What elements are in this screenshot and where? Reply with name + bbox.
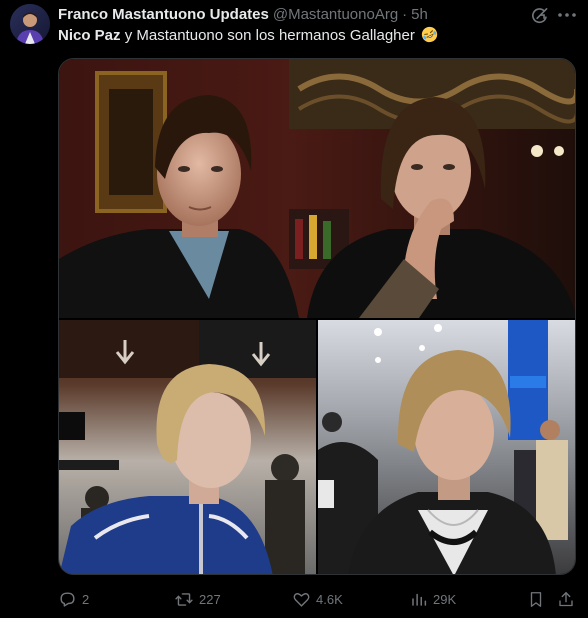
views-chart-icon [412,593,427,606]
views-count: 29K [433,591,457,607]
bookmark-icon [530,591,542,607]
share-icon [559,591,573,606]
photo-bottom-right[interactable] [318,320,576,575]
like-count: 4.6K [316,591,343,607]
repost-count: 227 [199,591,221,607]
repost-icon [175,592,193,606]
tweet-actions: 2 227 4.6K 29K [0,588,588,610]
user-handle[interactable]: @MastantuonoArg [273,6,398,23]
like-button[interactable]: 4.6K [292,588,343,610]
reply-button[interactable]: 2 [58,588,89,610]
tweet-text: Nico Paz y Mastantuono son los hermanos … [58,26,438,46]
tweet-header: Franco Mastantuono Updates @MastantuonoA… [58,4,428,24]
more-options-icon[interactable] [555,4,579,26]
photo-top[interactable] [59,59,576,318]
bookmark-button[interactable] [527,588,545,610]
media-grid[interactable] [58,58,576,575]
separator-dot: · [402,5,408,23]
tweet[interactable]: Franco Mastantuono Updates @MastantuonoA… [0,0,588,618]
share-button[interactable] [557,588,575,610]
rolling-laughing-emoji-icon [421,26,438,43]
heart-icon [293,592,310,607]
photo-bottom-left[interactable] [59,320,316,575]
timestamp[interactable]: 5h [411,6,428,23]
tweet-text-rest: y Mastantuono son los hermanos Gallagher [120,27,415,44]
views-button[interactable]: 29K [410,588,456,610]
repost-button[interactable]: 227 [174,588,221,610]
display-name[interactable]: Franco Mastantuono Updates [58,6,269,23]
tweet-text-bold: Nico Paz [58,27,121,44]
reply-icon [60,591,75,607]
grok-icon[interactable] [528,4,550,26]
reply-count: 2 [82,591,90,607]
avatar[interactable] [10,4,50,44]
